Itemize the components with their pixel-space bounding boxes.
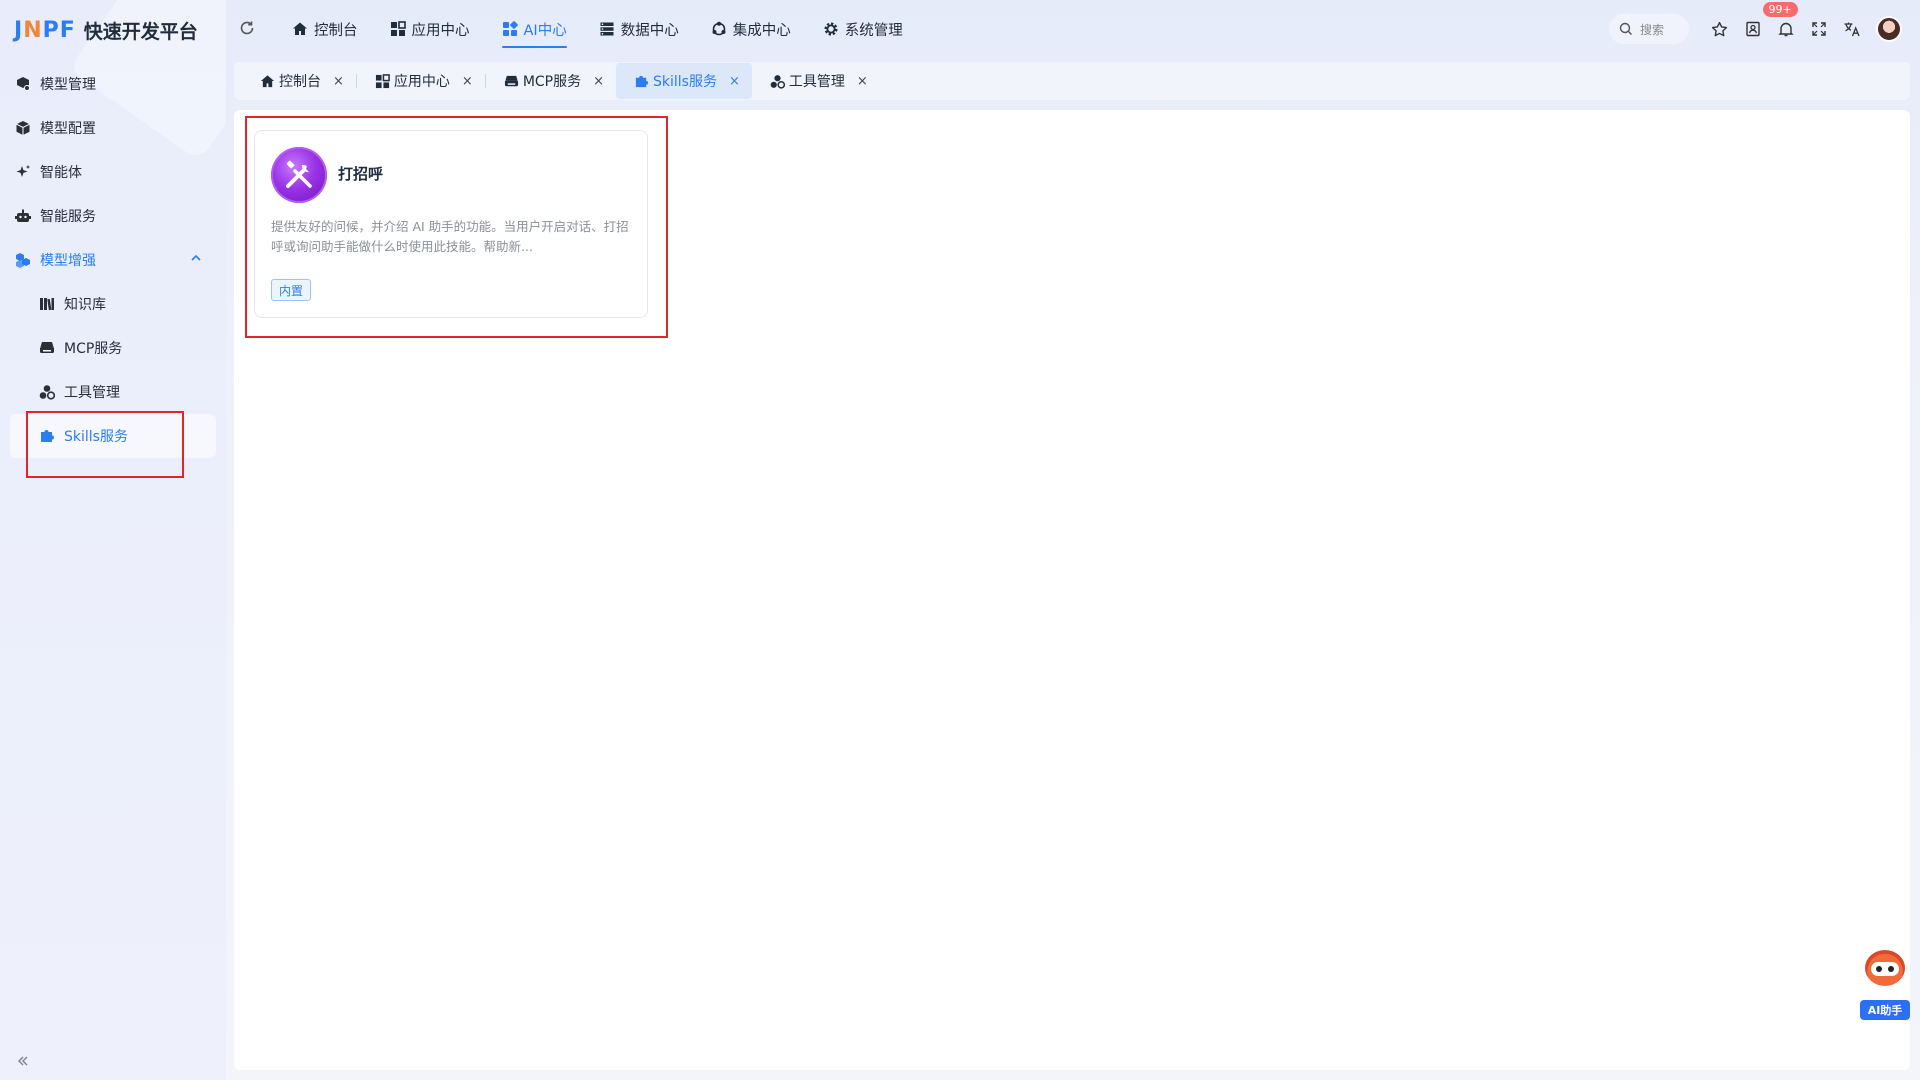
favorite-star-icon[interactable] (1705, 14, 1735, 44)
sparkle-icon (14, 163, 32, 181)
tools-icon (38, 383, 56, 401)
tab-label: 应用中心 (393, 74, 450, 90)
tab-bar: 控制台 × 应用中心 × MCP服务 × Skills服务 × 工具管理 × (234, 62, 1910, 100)
notification-bell-icon[interactable]: 99+ (1762, 2, 1801, 44)
tab-skills-service[interactable]: Skills服务 × (616, 63, 752, 99)
nav-item-ai-center[interactable]: AI中心 (486, 0, 583, 58)
chevron-up-icon[interactable] (190, 252, 202, 264)
search-icon (1619, 22, 1633, 36)
notification-badge: 99+ (1762, 2, 1798, 17)
app-logo[interactable]: JNPF 快速开发平台 (14, 16, 198, 44)
sidebar-item-label: 模型管理 (40, 77, 96, 93)
library-icon (38, 295, 56, 313)
sidebar: JNPF 快速开发平台 模型管理 模型配置 智能体 智能服务 模型增强 知识库 … (0, 0, 226, 1080)
nav-item-data-center[interactable]: 数据中心 (583, 0, 695, 58)
ai-assistant-button[interactable]: AI助手 (1860, 950, 1910, 1020)
nav-item-integration-center[interactable]: 集成中心 (695, 0, 807, 58)
database-icon (599, 21, 615, 37)
home-icon (260, 74, 275, 89)
sidebar-item-model-config[interactable]: 模型配置 (0, 106, 226, 150)
tools-icon (770, 74, 785, 89)
sidebar-item-mcp-service[interactable]: MCP服务 (0, 326, 226, 370)
nav-item-label: 集成中心 (732, 22, 791, 39)
nav-item-label: AI中心 (523, 22, 567, 39)
nav-item-label: 系统管理 (844, 22, 903, 39)
integration-icon (711, 21, 727, 37)
highlight-box-sidebar (26, 411, 184, 478)
sidebar-item-model-manage[interactable]: 模型管理 (0, 62, 226, 106)
nav-item-label: 控制台 (314, 22, 358, 39)
header-tools: 搜索 99+ (1609, 0, 1902, 58)
robot-icon (14, 207, 32, 225)
nav-item-label: 数据中心 (620, 22, 679, 39)
cubes-icon (14, 251, 32, 269)
search-placeholder: 搜索 (1640, 22, 1665, 37)
contact-card-icon[interactable] (1738, 14, 1768, 44)
nav-item-app-center[interactable]: 应用中心 (374, 0, 486, 58)
printer-icon (504, 74, 519, 89)
sidebar-item-smart-service[interactable]: 智能服务 (0, 194, 226, 238)
search-input[interactable]: 搜索 (1609, 14, 1689, 44)
tab-console[interactable]: 控制台 × (242, 63, 356, 99)
ai-mascot-icon (1865, 950, 1905, 986)
tab-label: MCP服务 (522, 74, 582, 90)
ai-grid-icon (502, 21, 518, 37)
sidebar-item-label: 智能服务 (40, 209, 96, 225)
printer-icon (38, 339, 56, 357)
sidebar-item-agent[interactable]: 智能体 (0, 150, 226, 194)
highlight-box-card (245, 116, 668, 338)
sidebar-item-label: 智能体 (40, 165, 82, 181)
tab-mcp-service[interactable]: MCP服务 × (486, 63, 616, 99)
tab-label: 控制台 (279, 74, 321, 90)
refresh-icon[interactable] (239, 20, 255, 36)
ai-assistant-label: AI助手 (1860, 1000, 1910, 1020)
tab-tool-manage[interactable]: 工具管理 × (752, 63, 880, 99)
sidebar-item-label: 模型增强 (40, 253, 96, 269)
apps-icon (375, 73, 390, 89)
app-title: 快速开发平台 (83, 20, 198, 43)
model-manage-icon (14, 75, 32, 93)
home-icon (292, 21, 308, 37)
gear-icon (823, 21, 839, 37)
logo-mark: JNPF (14, 17, 76, 43)
sidebar-item-label: 模型配置 (40, 121, 96, 137)
sidebar-item-knowledge-base[interactable]: 知识库 (0, 282, 226, 326)
sidebar-menu: 模型管理 模型配置 智能体 智能服务 模型增强 知识库 MCP服务 工具管理 S… (0, 62, 226, 458)
nav-item-console[interactable]: 控制台 (276, 0, 374, 58)
close-icon[interactable]: × (593, 74, 604, 89)
top-navbar: 控制台 应用中心 AI中心 数据中心 集成中心 系统管理 搜索 99+ (226, 0, 1920, 58)
cube-icon (14, 119, 32, 137)
tab-label: Skills服务 (653, 74, 717, 90)
tab-label: 工具管理 (788, 74, 845, 90)
sidebar-item-tool-manage[interactable]: 工具管理 (0, 370, 226, 414)
close-icon[interactable]: × (729, 74, 740, 89)
sidebar-item-label: 工具管理 (64, 385, 120, 401)
close-icon[interactable]: × (857, 74, 868, 89)
sidebar-item-model-enhance[interactable]: 模型增强 (0, 238, 226, 282)
fullscreen-icon[interactable] (1804, 14, 1834, 44)
puzzle-icon (634, 74, 649, 89)
apps-icon (390, 21, 406, 37)
sidebar-item-label: 知识库 (64, 297, 106, 313)
close-icon[interactable]: × (333, 74, 344, 89)
close-icon[interactable]: × (462, 74, 473, 89)
user-avatar[interactable] (1876, 16, 1902, 42)
collapse-sidebar-icon[interactable] (16, 1054, 30, 1068)
sidebar-item-label: MCP服务 (64, 341, 123, 357)
main-nav: 控制台 应用中心 AI中心 数据中心 集成中心 系统管理 (276, 0, 919, 58)
translate-icon[interactable] (1837, 14, 1867, 44)
tab-app-center[interactable]: 应用中心 × (357, 63, 485, 99)
nav-item-system-manage[interactable]: 系统管理 (807, 0, 919, 58)
nav-item-label: 应用中心 (411, 22, 470, 39)
